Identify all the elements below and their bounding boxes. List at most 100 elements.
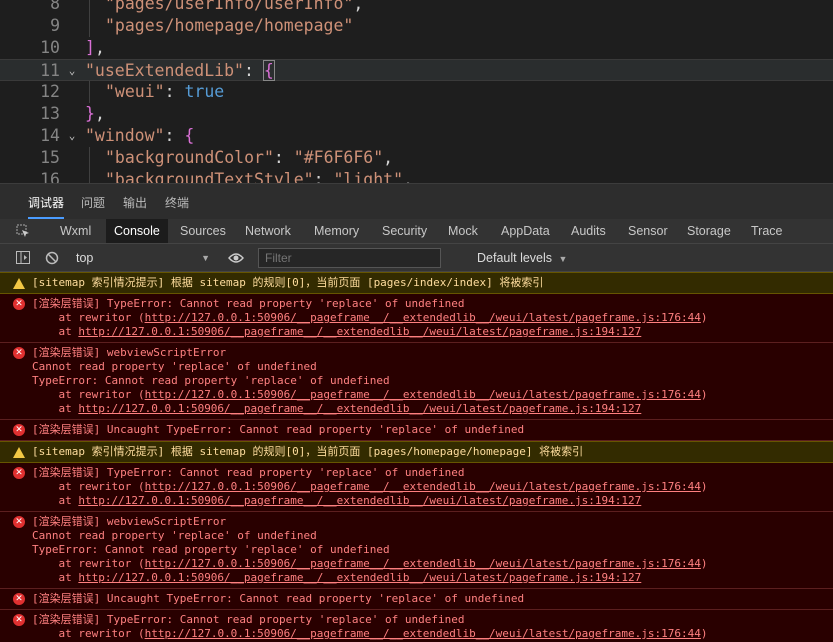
console-error[interactable]: ✕ [渲染层错误] Uncaught TypeError: Cannot read… [0, 589, 833, 610]
error-icon: ✕ [13, 467, 25, 479]
warning-icon [13, 278, 25, 289]
devtools-tab-bar: Wxml Console Sources Network Memory Secu… [0, 219, 833, 244]
error-icon: ✕ [13, 347, 25, 359]
code-line[interactable]: 10], [0, 37, 833, 59]
code-editor[interactable]: 8 "pages/userInfo/userInfo", 9 "pages/homep… [0, 0, 833, 183]
code-text: "backgroundTextStyle": "light", [105, 169, 413, 183]
error-icon: ✕ [13, 298, 25, 310]
warning-icon [13, 447, 25, 458]
code-line[interactable]: 8 "pages/userInfo/userInfo", [0, 0, 833, 15]
code-token: , [353, 0, 364, 13]
code-token: "pages/homepage/homepage" [105, 16, 354, 35]
stack-suffix: ) [700, 627, 708, 640]
console-error[interactable]: ✕ [渲染层错误] TypeError: Cannot read property… [0, 610, 833, 642]
toggle-sidebar-icon[interactable] [16, 251, 30, 265]
console-warning[interactable]: [sitemap 索引情况提示] 根据 sitemap 的规则[0]，当前页面 … [0, 441, 833, 463]
code-token: : [313, 170, 334, 183]
devtools-tab-mock[interactable]: Mock [448, 219, 478, 243]
line-number: 8 [50, 0, 60, 13]
log-levels-dropdown[interactable]: Default levels ▼ [477, 248, 567, 269]
tab-output[interactable]: 输出 [123, 194, 147, 211]
code-line[interactable]: 12 "weui": true [0, 81, 833, 103]
indent-guide [89, 169, 90, 183]
code-token: "pages/userInfo/userInfo" [105, 0, 354, 13]
stack-prefix: at rewritor ( [32, 311, 145, 324]
devtools-tab-sensor[interactable]: Sensor [628, 219, 668, 243]
code-line[interactable]: 11 ⌄ "useExtendedLib": { [0, 59, 833, 81]
devtools-tab-wxml[interactable]: Wxml [60, 219, 91, 243]
code-token: "backgroundTextStyle" [105, 170, 314, 183]
error-icon: ✕ [13, 614, 25, 626]
console-line: at http://127.0.0.1:50906/__pageframe__/… [32, 402, 833, 416]
devtools-tab-appdata[interactable]: AppData [501, 219, 550, 243]
stack-trace-link[interactable]: http://127.0.0.1:50906/__pageframe__/__e… [78, 402, 641, 415]
devtools-tab-console[interactable]: Console [106, 219, 168, 243]
devtools-tab-storage[interactable]: Storage [687, 219, 731, 243]
devtools-tab-audits[interactable]: Audits [571, 219, 606, 243]
fold-chevron-icon[interactable]: ⌄ [64, 60, 80, 82]
console-warning[interactable]: [sitemap 索引情况提示] 根据 sitemap 的规则[0]，当前页面 … [0, 272, 833, 294]
devtools-tab-security[interactable]: Security [382, 219, 427, 243]
line-number: 9 [50, 16, 60, 35]
devtools-tab-sources[interactable]: Sources [180, 219, 226, 243]
code-token: { [184, 126, 195, 145]
console-line: at rewritor (http://127.0.0.1:50906/__pa… [32, 388, 833, 402]
tab-debugger[interactable]: 调试器 [28, 194, 65, 219]
code-line[interactable]: 16 "backgroundTextStyle": "light", [0, 169, 833, 183]
console-error[interactable]: ✕ [渲染层错误] TypeError: Cannot read property… [0, 463, 833, 512]
console-line: at rewritor (http://127.0.0.1:50906/__pa… [32, 627, 833, 641]
console-line: [sitemap 索引情况提示] 根据 sitemap 的规则[0]，当前页面 … [32, 445, 584, 458]
stack-trace-link[interactable]: http://127.0.0.1:50906/__pageframe__/__e… [78, 571, 641, 584]
code-token: "light" [333, 170, 404, 183]
stack-trace-link[interactable]: http://127.0.0.1:50906/__pageframe__/__e… [78, 325, 641, 338]
clear-console-icon[interactable] [45, 251, 59, 265]
fold-chevron-icon[interactable]: ⌄ [64, 125, 80, 147]
stack-prefix: at [32, 494, 79, 507]
tab-terminal[interactable]: 终端 [165, 194, 189, 211]
console-error[interactable]: ✕ [渲染层错误] webviewScriptError Cannot read p… [0, 512, 833, 589]
console-line: TypeError: Cannot read property 'replace… [32, 374, 390, 387]
devtools-tab-network[interactable]: Network [245, 219, 291, 243]
error-icon: ✕ [13, 424, 25, 436]
console-error[interactable]: ✕ [渲染层错误] TypeError: Cannot read property… [0, 294, 833, 343]
console-line: [渲染层错误] Uncaught TypeError: Cannot read … [32, 592, 525, 605]
console-line: [渲染层错误] TypeError: Cannot read property … [32, 297, 465, 310]
tab-problems[interactable]: 问题 [81, 194, 105, 211]
console-line: at http://127.0.0.1:50906/__pageframe__/… [32, 571, 833, 585]
console-line: Cannot read property 'replace' of undefi… [32, 360, 317, 373]
stack-trace-link[interactable]: http://127.0.0.1:50906/__pageframe__/__e… [145, 480, 701, 493]
console-error[interactable]: ✕ [渲染层错误] Uncaught TypeError: Cannot read… [0, 420, 833, 441]
indent-guide [89, 0, 90, 15]
stack-prefix: at [32, 402, 79, 415]
code-token: : [273, 148, 294, 167]
line-number: 11 [40, 61, 60, 80]
stack-prefix: at [32, 325, 79, 338]
code-line[interactable]: 14 ⌄ "window": { [0, 125, 833, 147]
stack-trace-link[interactable]: http://127.0.0.1:50906/__pageframe__/__e… [145, 311, 701, 324]
stack-suffix: ) [700, 311, 708, 324]
inspect-element-icon[interactable] [16, 224, 30, 238]
chevron-down-icon: ▼ [201, 253, 210, 263]
code-token: : [164, 82, 185, 101]
code-token: { [262, 60, 275, 81]
console-error[interactable]: ✕ [渲染层错误] webviewScriptError Cannot read p… [0, 343, 833, 420]
stack-trace-link[interactable]: http://127.0.0.1:50906/__pageframe__/__e… [145, 557, 701, 570]
devtools-tab-trace[interactable]: Trace [751, 219, 783, 243]
stack-prefix: at rewritor ( [32, 557, 145, 570]
devtools-tab-memory[interactable]: Memory [314, 219, 359, 243]
code-line[interactable]: 9 "pages/homepage/homepage" [0, 15, 833, 37]
stack-trace-link[interactable]: http://127.0.0.1:50906/__pageframe__/__e… [145, 627, 701, 640]
stack-trace-link[interactable]: http://127.0.0.1:50906/__pageframe__/__e… [78, 494, 641, 507]
error-icon: ✕ [13, 516, 25, 528]
code-line[interactable]: 15 "backgroundColor": "#F6F6F6", [0, 147, 833, 169]
code-line[interactable]: 13}, [0, 103, 833, 125]
stack-trace-link[interactable]: http://127.0.0.1:50906/__pageframe__/__e… [145, 388, 701, 401]
console-messages[interactable]: [sitemap 索引情况提示] 根据 sitemap 的规则[0]，当前页面 … [0, 272, 833, 642]
line-number: 14 [40, 126, 60, 145]
context-select[interactable]: top ▼ [76, 248, 216, 268]
stack-prefix: at rewritor ( [32, 480, 145, 493]
console-line: [sitemap 索引情况提示] 根据 sitemap 的规则[0]，当前页面 … [32, 276, 544, 289]
console-filter-input[interactable] [258, 248, 441, 268]
code-token: true [184, 82, 225, 101]
eye-icon[interactable] [228, 252, 244, 264]
